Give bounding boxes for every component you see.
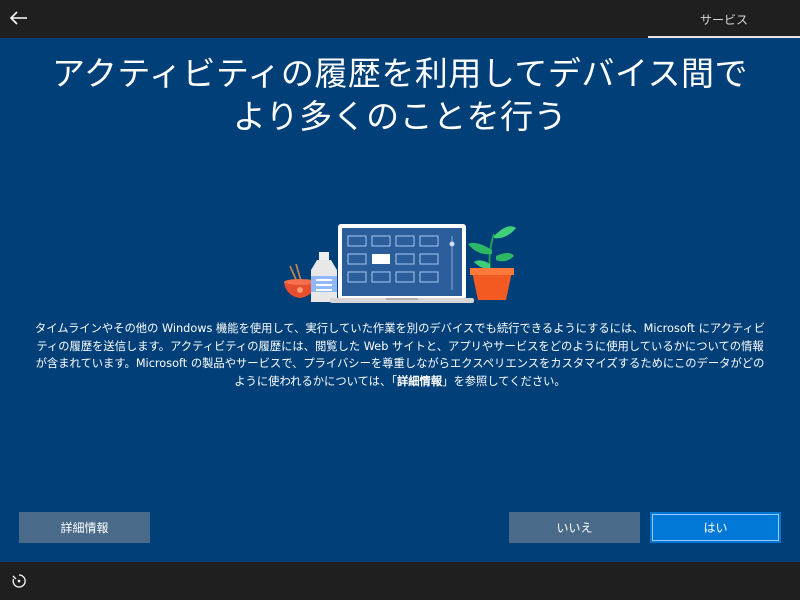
yes-button[interactable]: はい bbox=[650, 512, 781, 543]
back-button[interactable] bbox=[6, 5, 32, 31]
main-panel: アクティビティの履歴を利用してデバイス間で より多くのことを行う タイムラインや… bbox=[0, 38, 800, 562]
description-end: 」を参照してください。 bbox=[442, 374, 566, 388]
bottom-bar bbox=[0, 562, 800, 600]
title-line-1: アクティビティの履歴を利用してデバイス間で bbox=[52, 54, 748, 93]
accessibility-icon bbox=[12, 574, 26, 588]
details-link-text[interactable]: 詳細情報 bbox=[397, 375, 442, 388]
title-line-2: より多くのことを行う bbox=[232, 97, 568, 136]
activity-history-illustration bbox=[284, 224, 516, 303]
step-tab-label: サービス bbox=[699, 12, 748, 27]
page-title: アクティビティの履歴を利用してデバイス間で より多くのことを行う bbox=[0, 52, 800, 138]
arrow-left-icon bbox=[10, 11, 27, 25]
step-tab-services: サービス bbox=[648, 0, 800, 38]
no-button[interactable]: いいえ bbox=[509, 512, 640, 543]
top-bar: サービス bbox=[0, 0, 800, 38]
bottle-icon bbox=[311, 252, 337, 302]
laptop-icon bbox=[330, 224, 474, 303]
plant-icon bbox=[468, 226, 516, 300]
description-text: タイムラインやその他の Windows 機能を使用して、実行していた作業を別のデ… bbox=[34, 320, 766, 390]
details-button[interactable]: 詳細情報 bbox=[19, 512, 150, 543]
accessibility-button[interactable] bbox=[10, 572, 28, 590]
